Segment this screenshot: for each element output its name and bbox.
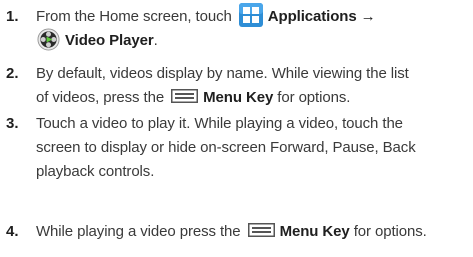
step-text: of videos, press the	[36, 89, 165, 106]
menu-key-icon	[171, 89, 199, 104]
step-text: screen to display or hide on-screen Forw…	[36, 139, 416, 156]
step-text: playback controls.	[36, 163, 155, 180]
applications-label: Applications →	[267, 8, 376, 25]
menu-key-label: Menu Key	[279, 223, 350, 240]
step-text: Touch a video to play it. While playing …	[36, 115, 403, 132]
step-text: By default, videos display by name. Whil…	[36, 65, 409, 82]
step-number: 2.	[6, 65, 19, 82]
applications-icon	[238, 3, 263, 28]
step-text-end: .	[153, 32, 158, 50]
step-number: 1.	[6, 8, 19, 25]
instruction-page: 1. From the Home screen, touch Applicati…	[0, 0, 473, 257]
step-text: While playing a video press the	[36, 223, 241, 240]
video-player-icon	[37, 28, 60, 51]
step-number: 4.	[6, 223, 19, 240]
menu-key-label: Menu Key	[203, 89, 274, 106]
step-text: for options.	[277, 89, 351, 106]
step-text: From the Home screen, touch	[36, 8, 232, 25]
menu-key-icon	[247, 223, 275, 238]
video-player-label: Video Player	[65, 32, 154, 50]
step-text: for options.	[353, 223, 427, 240]
step-number: 3.	[6, 115, 19, 132]
